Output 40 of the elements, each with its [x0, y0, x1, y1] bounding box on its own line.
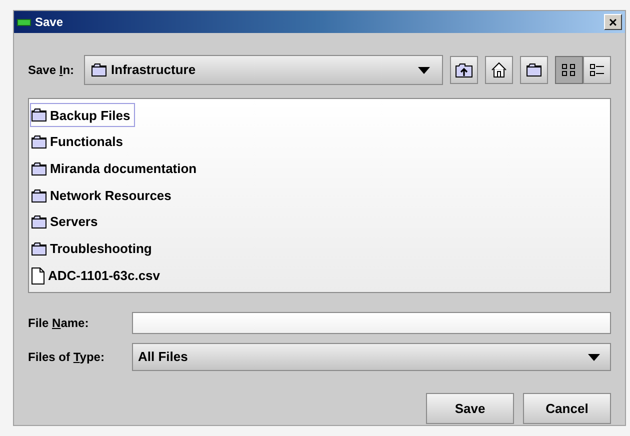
file-item[interactable]: Servers	[30, 210, 103, 234]
folder-up-icon	[455, 62, 473, 78]
caret-icon	[418, 66, 430, 74]
folder-icon	[91, 63, 108, 77]
folder-dropdown[interactable]: Infrastructure	[84, 55, 444, 85]
details-view-icon	[589, 62, 605, 78]
field-label: File Name:	[28, 315, 90, 332]
window-title: Save	[35, 14, 64, 31]
folder-icon	[31, 108, 47, 122]
file-type-dropdown[interactable]: All Files	[132, 343, 611, 371]
field-label: Files of Type:	[28, 349, 106, 366]
dropdown-value: All Files	[138, 348, 189, 366]
app-icon	[17, 18, 31, 26]
file-item[interactable]: Functionals	[30, 130, 128, 154]
file-item[interactable]: Troubleshooting	[30, 236, 157, 261]
toolbar-button[interactable]	[520, 56, 548, 84]
document-icon	[31, 266, 45, 285]
dropdown-value: Infrastructure	[111, 61, 197, 80]
file-item[interactable]: ADC-1101-63c.csv	[30, 264, 166, 288]
toolbar-button[interactable]	[485, 56, 513, 84]
file-item[interactable]: Network Resources	[30, 184, 176, 208]
folder-icon	[31, 135, 47, 150]
folder-icon	[526, 63, 542, 77]
folder-icon	[31, 188, 47, 203]
list-view-icon	[561, 62, 577, 78]
dialog-button[interactable]: Cancel	[523, 393, 611, 424]
folder-icon	[31, 162, 47, 176]
toolbar-button[interactable]	[583, 56, 611, 84]
close-button[interactable]: ×	[604, 14, 622, 30]
folder-icon	[31, 242, 47, 256]
folder-icon	[31, 215, 47, 230]
caret-icon	[588, 354, 600, 360]
field-label: Save In:	[28, 62, 74, 79]
toolbar-button[interactable]	[450, 56, 478, 84]
file-name-field[interactable]	[132, 312, 611, 334]
home-icon	[491, 62, 507, 78]
file-item[interactable]: Backup Files	[30, 103, 136, 128]
file-item[interactable]: Miranda documentation	[30, 156, 202, 181]
dialog-button[interactable]: Save	[426, 393, 514, 424]
toolbar-button[interactable]	[555, 56, 583, 84]
